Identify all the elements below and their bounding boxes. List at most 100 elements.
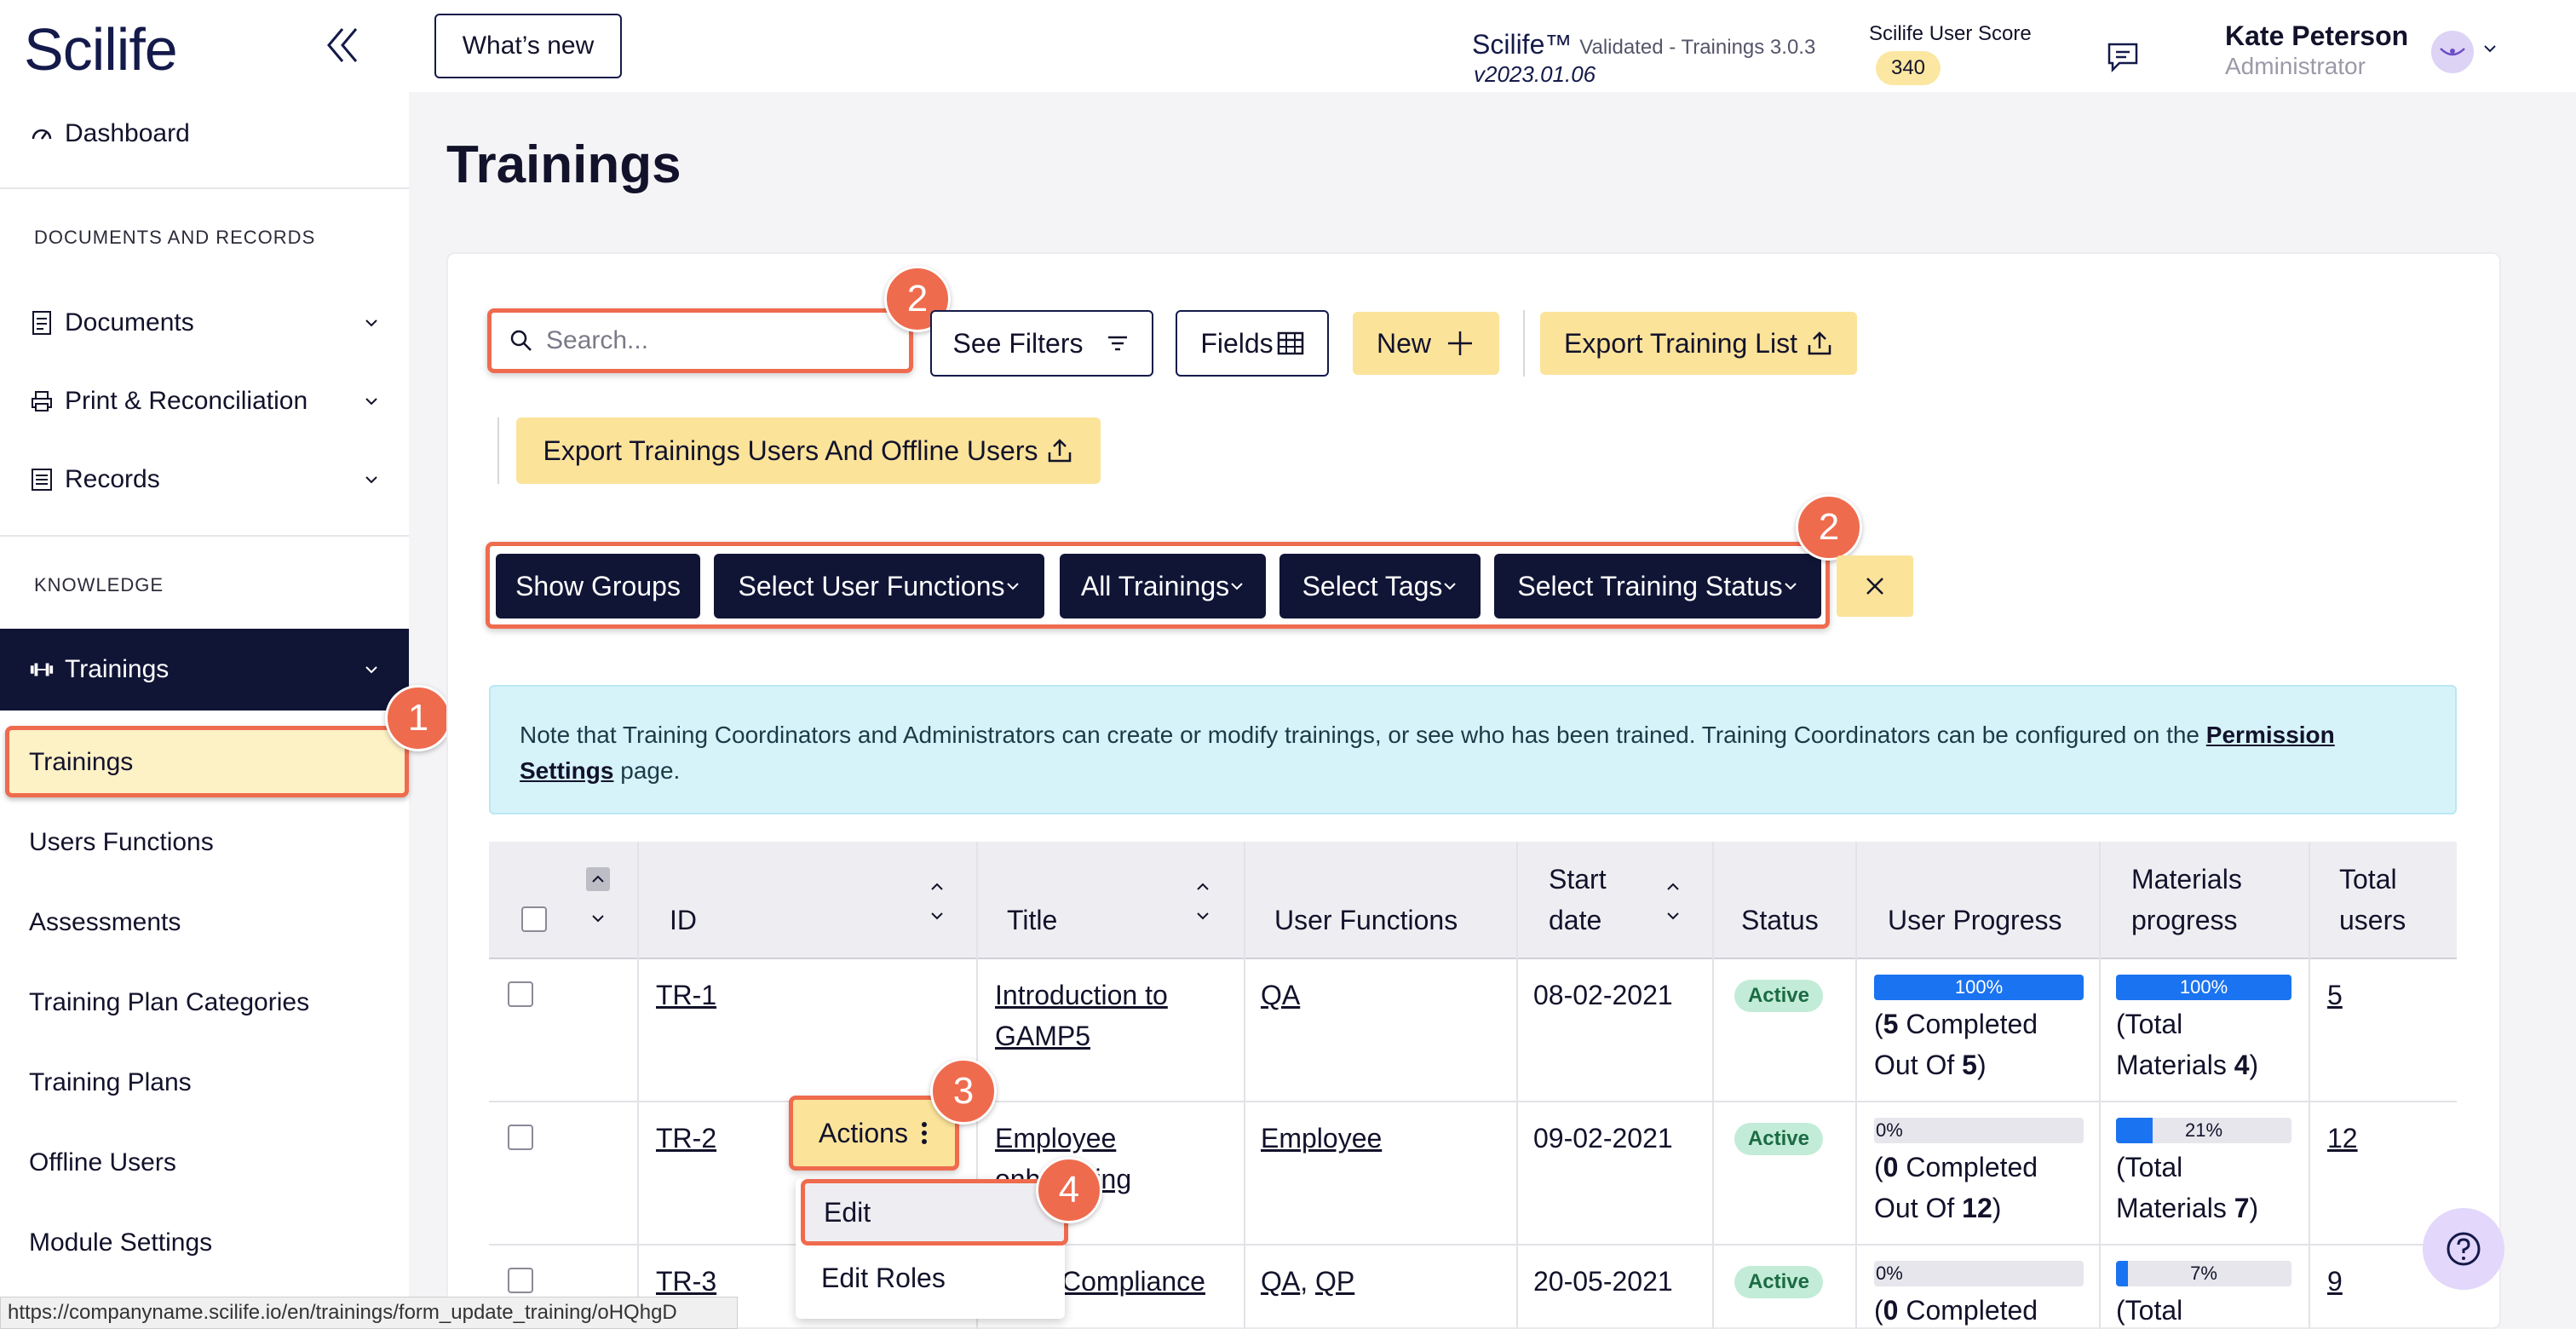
column-header-materials-progress[interactable]: Materials progress <box>2131 859 2242 941</box>
fields-button[interactable]: Fields <box>1176 310 1329 377</box>
user-score-label: Scilife User Score <box>1869 22 2032 45</box>
column-header-start-date[interactable]: Start date <box>1549 859 1607 941</box>
user-functions-label: Select User Functions <box>738 570 1005 601</box>
sidebar-item-print[interactable]: Print & Reconciliation <box>0 380 409 423</box>
materials-progress-label: 7% <box>2190 1263 2217 1284</box>
total-users-link[interactable]: 5 <box>2327 975 2343 1015</box>
user-function-link[interactable]: QP <box>1315 1266 1354 1297</box>
show-groups-button[interactable]: Show Groups <box>496 554 700 618</box>
text: Out Of <box>1874 1050 1963 1080</box>
column-header-total-users[interactable]: Total users <box>2339 859 2406 941</box>
sidebar-sub-module-settings[interactable]: Module Settings <box>29 1228 212 1257</box>
materials-progress-label: 21% <box>2184 1119 2223 1141</box>
chevron-down-icon[interactable] <box>2481 39 2499 58</box>
export-training-list-button[interactable]: Export Training List <box>1540 312 1857 375</box>
user-progress-label: 0% <box>1876 1119 1903 1141</box>
total-count: 12 <box>1962 1193 1992 1223</box>
training-id-link[interactable]: TR-2 <box>656 1118 716 1159</box>
sort-icon[interactable] <box>1194 876 1211 927</box>
column-header-user-progress[interactable]: User Progress <box>1888 900 2062 941</box>
user-progress-bar: 0% <box>1874 1261 2084 1286</box>
user-function-link[interactable]: QA <box>1261 975 1300 1015</box>
collapse-sidebar-icon[interactable] <box>324 24 361 66</box>
status-badge: Active <box>1734 1266 1823 1298</box>
tags-select[interactable]: Select Tags <box>1279 554 1481 618</box>
total-users-link[interactable]: 9 <box>2327 1261 2343 1302</box>
sidebar-sub-trainings[interactable]: Trainings <box>29 748 133 777</box>
sidebar-sub-training-plan-categories[interactable]: Training Plan Categories <box>29 988 309 1017</box>
edit-menu-item[interactable]: Edit <box>801 1179 1068 1246</box>
training-status-select[interactable]: Select Training Status <box>1494 554 1821 618</box>
sidebar-item-records[interactable]: Records <box>0 458 409 501</box>
column-header-id[interactable]: ID <box>670 900 697 941</box>
search-box[interactable] <box>487 308 913 373</box>
row-checkbox[interactable] <box>508 981 533 1007</box>
sidebar-sub-users-functions[interactable]: Users Functions <box>29 828 214 857</box>
new-button[interactable]: New <box>1353 312 1499 375</box>
column-header-user-functions[interactable]: User Functions <box>1274 900 1458 941</box>
row-checkbox[interactable] <box>508 1268 533 1293</box>
help-button[interactable] <box>2423 1208 2504 1290</box>
sidebar-sub-training-plans[interactable]: Training Plans <box>29 1068 192 1097</box>
avatar[interactable] <box>2431 31 2474 73</box>
text: ( <box>1874 1152 1883 1182</box>
training-title-link[interactable]: Compliance <box>1061 1261 1205 1302</box>
dumbbell-icon <box>29 657 55 682</box>
start-date: 09-02-2021 <box>1533 1123 1673 1154</box>
see-filters-button[interactable]: See Filters <box>930 310 1153 377</box>
table-icon <box>1277 331 1303 355</box>
sort-icon[interactable] <box>929 876 946 927</box>
materials-progress-bar: 100% <box>2116 975 2291 1000</box>
tags-label: Select Tags <box>1302 570 1443 601</box>
user-name[interactable]: Kate Peterson <box>2225 20 2408 52</box>
title-line: Introduction to <box>995 980 1168 1010</box>
sidebar-item-documents[interactable]: Documents <box>0 302 409 344</box>
clear-filters-button[interactable] <box>1837 555 1913 617</box>
user-progress-label: 100% <box>1954 976 2004 998</box>
app-logo[interactable]: Scilife <box>24 15 178 83</box>
export-trainings-users-button[interactable]: Export Trainings Users And Offline Users <box>516 417 1101 484</box>
training-id-link[interactable]: TR-1 <box>656 975 716 1015</box>
user-progress-text: (5 Completed Out Of 5) <box>1874 1004 2038 1085</box>
search-input[interactable] <box>546 326 887 355</box>
sidebar-sub-assessments[interactable]: Assessments <box>29 908 181 937</box>
all-trainings-select[interactable]: All Trainings <box>1060 554 1266 618</box>
sidebar-item-dashboard[interactable]: Dashboard <box>0 112 409 155</box>
sidebar-sub-offline-users[interactable]: Offline Users <box>29 1148 176 1177</box>
sidebar-item-trainings[interactable]: Trainings <box>0 629 409 711</box>
start-date: 08-02-2021 <box>1533 980 1673 1010</box>
edit-roles-menu-item[interactable]: Edit Roles <box>821 1263 946 1294</box>
divider <box>0 187 409 189</box>
column-divider <box>637 842 639 1329</box>
sort-up-icon[interactable] <box>586 867 610 891</box>
whats-new-button[interactable]: What’s new <box>434 14 622 78</box>
chevron-down-icon <box>1444 583 1457 590</box>
select-all-checkbox[interactable] <box>521 906 547 932</box>
chevron-down-icon <box>365 666 377 674</box>
user-functions-select[interactable]: Select User Functions <box>714 554 1044 618</box>
training-id-link[interactable]: TR-3 <box>656 1261 716 1302</box>
text: Materials <box>2116 1193 2234 1223</box>
materials-progress-label: 100% <box>2179 976 2228 998</box>
sort-down-icon[interactable] <box>589 910 607 927</box>
sidebar-item-label: Trainings <box>65 655 170 683</box>
column-header-status[interactable]: Status <box>1741 900 1819 941</box>
text: ) <box>2249 1050 2259 1080</box>
row-checkbox[interactable] <box>508 1125 533 1150</box>
materials-progress-bar: 7% <box>2116 1261 2291 1286</box>
column-header-title[interactable]: Title <box>1007 900 1057 941</box>
column-divider <box>2099 842 2101 1329</box>
eye-icon <box>2440 48 2465 56</box>
training-title-link[interactable]: Introduction to GAMP5 <box>995 975 1168 1056</box>
user-function-link[interactable]: Employee <box>1261 1118 1382 1159</box>
chat-icon[interactable] <box>2104 41 2142 75</box>
total-users-link[interactable]: 12 <box>2327 1118 2358 1159</box>
section-title-knowledge: KNOWLEDGE <box>34 574 164 595</box>
training-status-label: Select Training Status <box>1517 570 1783 601</box>
user-function-link[interactable]: QA <box>1261 1266 1300 1297</box>
sort-icon[interactable] <box>1665 876 1682 927</box>
materials-progress-text: (Total Materials 4) <box>2116 1004 2258 1085</box>
chevron-down-icon <box>365 398 377 406</box>
text: ) <box>1976 1050 1987 1080</box>
step-badge-3: 3 <box>930 1058 997 1125</box>
